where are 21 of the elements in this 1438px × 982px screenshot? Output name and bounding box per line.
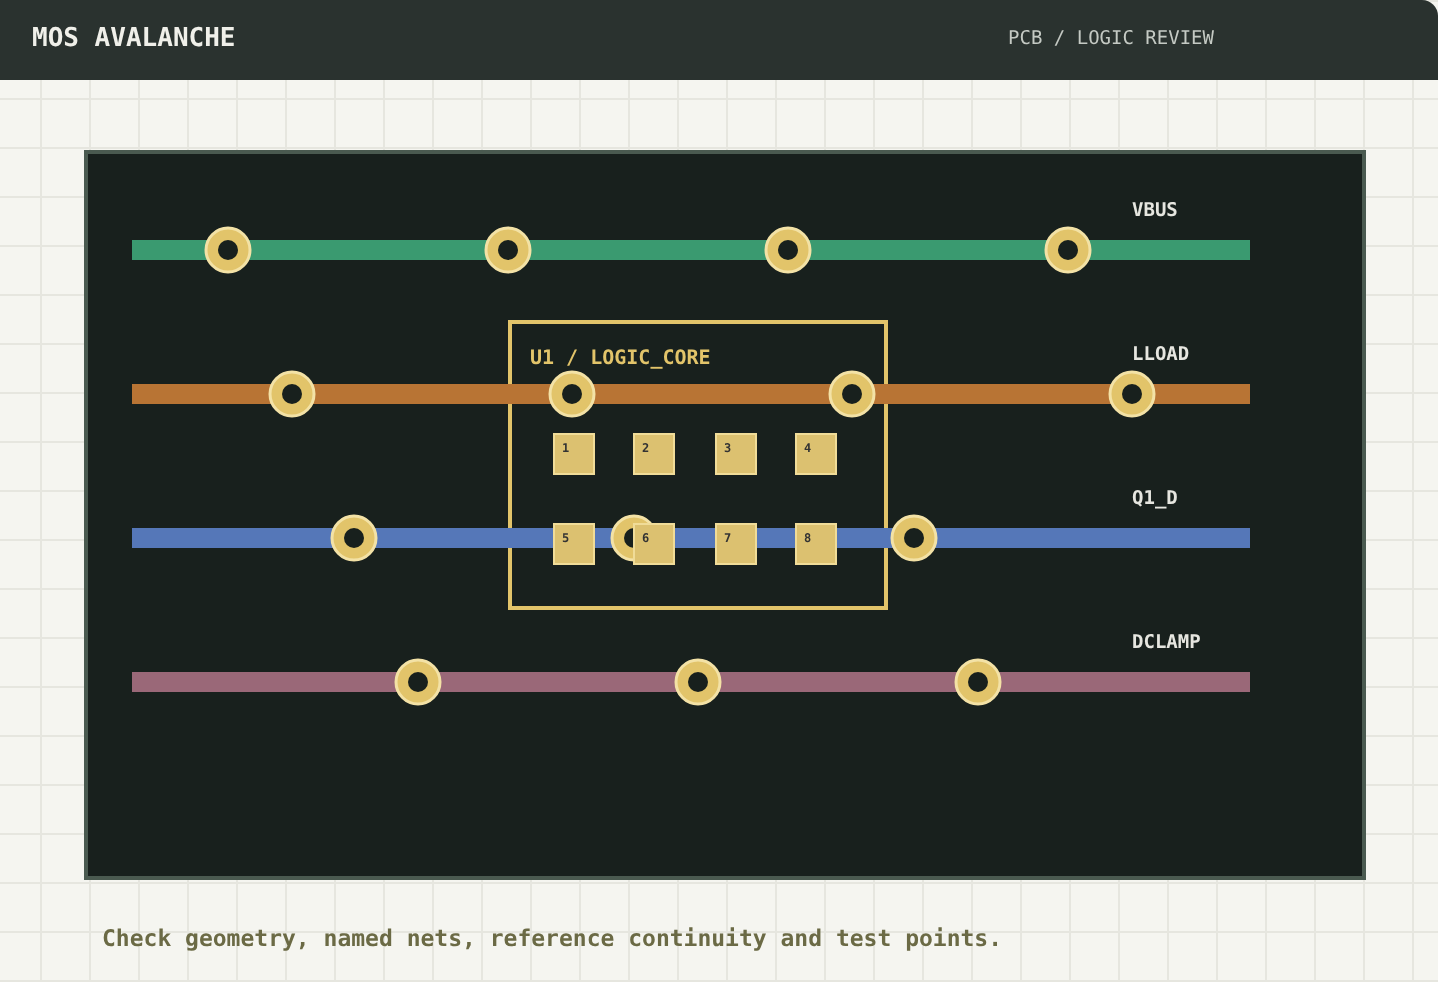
net-label: VBUS xyxy=(1132,200,1178,222)
via xyxy=(954,658,1002,706)
net-label: DCLAMP xyxy=(1132,632,1201,654)
via xyxy=(1044,226,1092,274)
via xyxy=(330,514,378,562)
via xyxy=(890,514,938,562)
via xyxy=(268,370,316,418)
component-label: U1 / LOGIC_CORE xyxy=(530,348,711,370)
via xyxy=(764,226,812,274)
via xyxy=(828,370,876,418)
net-label: LLOAD xyxy=(1132,344,1190,366)
breadcrumb: PCB / LOGIC REVIEW xyxy=(1008,25,1214,54)
net-label: Q1_D xyxy=(1132,488,1178,510)
via xyxy=(204,226,252,274)
via xyxy=(548,370,596,418)
via xyxy=(484,226,532,274)
via xyxy=(1108,370,1156,418)
instruction-text: Check geometry, named nets, reference continuity and test points. xyxy=(102,922,1005,956)
via xyxy=(674,658,722,706)
via xyxy=(394,658,442,706)
app-title: MOS AVALANCHE xyxy=(32,22,236,59)
